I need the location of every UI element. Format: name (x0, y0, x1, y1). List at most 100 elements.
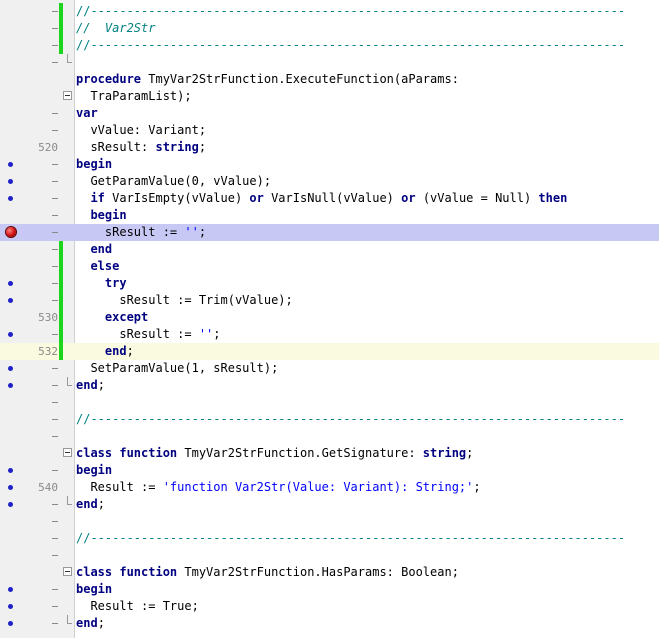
keyword-token: end (90, 242, 113, 256)
fold-collapse-icon[interactable] (63, 91, 72, 100)
keyword-token: or (401, 191, 416, 205)
code-line[interactable]: end; (0, 496, 659, 513)
code-text[interactable]: end; (76, 615, 105, 632)
code-text[interactable]: if VarIsEmpty(vValue) or VarIsNull(vValu… (76, 190, 567, 207)
fold-collapse-icon[interactable] (63, 567, 72, 576)
code-line[interactable]: 530 except (0, 309, 659, 326)
code-text[interactable]: TraParamList); (76, 88, 192, 105)
executable-line-dot-icon[interactable] (8, 383, 13, 388)
code-text[interactable]: except (76, 309, 148, 326)
code-line[interactable]: TraParamList); (0, 88, 659, 105)
code-line[interactable]: else (0, 258, 659, 275)
code-line[interactable]: begin (0, 207, 659, 224)
executable-line-dot-icon[interactable] (8, 298, 13, 303)
code-line[interactable]: //--------------------------------------… (0, 3, 659, 20)
executable-line-dot-icon[interactable] (8, 179, 13, 184)
code-text[interactable]: else (76, 258, 119, 275)
code-line[interactable]: sResult := ''; (0, 326, 659, 343)
code-text[interactable]: sResult: string; (76, 139, 206, 156)
code-text[interactable]: try (76, 275, 127, 292)
line-tick-mark (52, 164, 58, 165)
code-text[interactable]: end; (76, 343, 134, 360)
line-tick-mark (52, 368, 58, 369)
code-line[interactable]: if VarIsEmpty(vValue) or VarIsNull(vValu… (0, 190, 659, 207)
code-line-current[interactable]: 532 end; (0, 343, 659, 360)
breakpoint-icon[interactable] (6, 227, 16, 237)
code-text[interactable]: GetParamValue(0, vValue); (76, 173, 271, 190)
code-line[interactable] (0, 513, 659, 530)
line-tick-mark (52, 45, 58, 46)
executable-line-dot-icon[interactable] (8, 162, 13, 167)
code-text[interactable]: end; (76, 496, 105, 513)
code-text[interactable]: procedure TmyVar2StrFunction.ExecuteFunc… (76, 71, 459, 88)
code-line[interactable]: class function TmyVar2StrFunction.HasPar… (0, 564, 659, 581)
fold-collapse-icon[interactable] (63, 448, 72, 457)
executable-line-dot-icon[interactable] (8, 604, 13, 609)
code-text[interactable]: begin (76, 462, 112, 479)
executable-line-dot-icon[interactable] (8, 366, 13, 371)
code-line[interactable]: try (0, 275, 659, 292)
code-line[interactable]: GetParamValue(0, vValue); (0, 173, 659, 190)
code-text[interactable]: begin (76, 156, 112, 173)
code-line-breakpoint[interactable]: sResult := ''; (0, 224, 659, 241)
code-line[interactable] (0, 428, 659, 445)
code-editor[interactable]: //--------------------------------------… (0, 0, 659, 638)
modified-line-marker (59, 292, 63, 309)
executable-line-dot-icon[interactable] (8, 281, 13, 286)
code-line[interactable]: //--------------------------------------… (0, 530, 659, 547)
code-line[interactable]: //--------------------------------------… (0, 37, 659, 54)
line-number: 530 (38, 311, 58, 324)
executable-line-dot-icon[interactable] (8, 621, 13, 626)
code-line[interactable] (0, 394, 659, 411)
executable-line-dot-icon[interactable] (8, 468, 13, 473)
code-line[interactable]: end (0, 241, 659, 258)
code-text[interactable]: //--------------------------------------… (76, 3, 625, 20)
line-tick-mark (52, 130, 58, 131)
code-text[interactable]: // Var2Str (76, 20, 155, 37)
code-token: VarIsEmpty(vValue) (104, 191, 250, 205)
code-text[interactable]: //--------------------------------------… (76, 530, 625, 547)
code-text[interactable]: Result := 'function Var2Str(Value: Varia… (76, 479, 480, 496)
code-text[interactable]: begin (76, 581, 112, 598)
code-line[interactable] (0, 547, 659, 564)
keyword-token: end (104, 344, 127, 358)
code-text[interactable]: end (76, 241, 112, 258)
executable-line-dot-icon[interactable] (8, 485, 13, 490)
code-line[interactable]: begin (0, 581, 659, 598)
code-text[interactable]: //--------------------------------------… (76, 37, 625, 54)
code-line[interactable]: // Var2Str (0, 20, 659, 37)
code-text[interactable]: //--------------------------------------… (76, 411, 625, 428)
code-text[interactable]: end; (76, 377, 105, 394)
code-text[interactable]: class function TmyVar2StrFunction.GetSig… (76, 445, 473, 462)
executable-line-dot-icon[interactable] (8, 332, 13, 337)
code-text[interactable]: class function TmyVar2StrFunction.HasPar… (76, 564, 459, 581)
code-line[interactable]: end; (0, 615, 659, 632)
code-text[interactable]: var (76, 105, 98, 122)
executable-line-dot-icon[interactable] (8, 196, 13, 201)
code-line[interactable]: begin (0, 156, 659, 173)
code-text[interactable]: Result := True; (76, 598, 198, 615)
code-line[interactable]: end; (0, 377, 659, 394)
code-text[interactable]: sResult := ''; (76, 326, 220, 343)
code-text[interactable]: vValue: Variant; (76, 122, 206, 139)
code-text[interactable]: SetParamValue(1, sResult); (76, 360, 278, 377)
code-line[interactable]: 520 sResult: string; (0, 139, 659, 156)
code-text[interactable]: sResult := Trim(vValue); (76, 292, 292, 309)
code-line[interactable]: sResult := Trim(vValue); (0, 292, 659, 309)
code-line[interactable]: var (0, 105, 659, 122)
code-text[interactable]: begin (76, 207, 126, 224)
code-token: TraParamList); (76, 89, 192, 103)
code-line[interactable]: 540 Result := 'function Var2Str(Value: V… (0, 479, 659, 496)
code-line[interactable] (0, 54, 659, 71)
code-line[interactable]: class function TmyVar2StrFunction.GetSig… (0, 445, 659, 462)
executable-line-dot-icon[interactable] (8, 587, 13, 592)
code-text[interactable]: sResult := ''; (76, 224, 206, 241)
code-line[interactable]: vValue: Variant; (0, 122, 659, 139)
code-line[interactable]: Result := True; (0, 598, 659, 615)
code-line[interactable]: begin (0, 462, 659, 479)
code-line[interactable]: SetParamValue(1, sResult); (0, 360, 659, 377)
code-line[interactable]: procedure TmyVar2StrFunction.ExecuteFunc… (0, 71, 659, 88)
code-line[interactable]: //--------------------------------------… (0, 411, 659, 428)
executable-line-dot-icon[interactable] (8, 502, 13, 507)
